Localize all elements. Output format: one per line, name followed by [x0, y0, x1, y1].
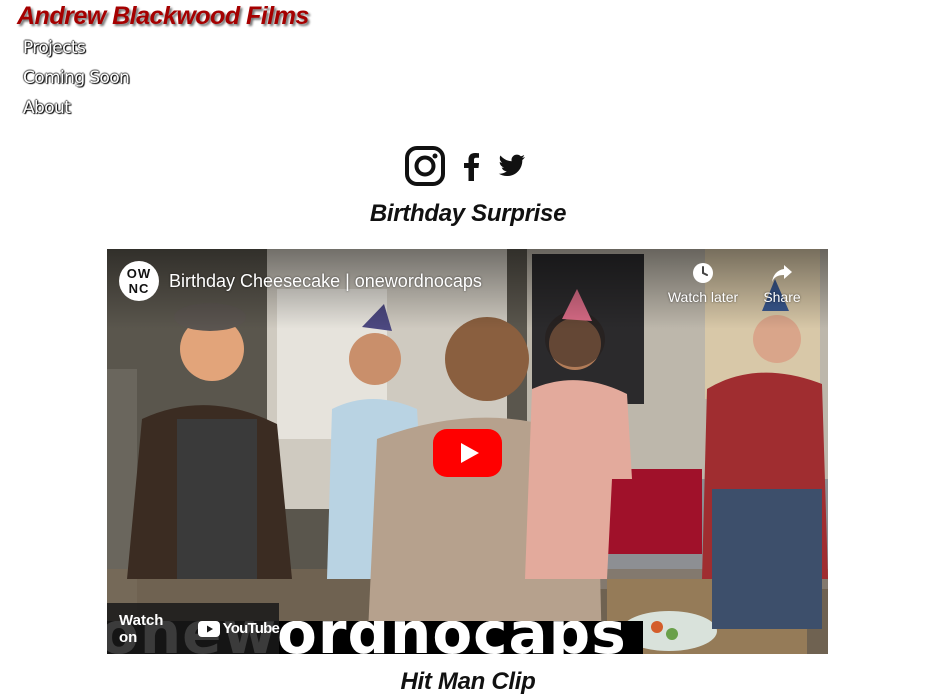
channel-logo[interactable]: OW NC — [119, 261, 159, 301]
site-title[interactable]: Andrew Blackwood Films — [17, 2, 309, 31]
share-button[interactable]: Share — [757, 261, 807, 307]
watch-later-label: Watch later — [667, 289, 739, 305]
video-embed[interactable]: OW NC Birthday Cheesecake | onewordnocap… — [107, 249, 828, 654]
video-title[interactable]: Birthday Cheesecake | onewordnocaps — [169, 271, 482, 292]
instagram-icon[interactable] — [404, 145, 446, 187]
nav-coming-soon[interactable]: Coming Soon — [23, 68, 130, 98]
main-nav: Projects Coming Soon About — [23, 38, 130, 128]
watch-later-button[interactable]: Watch later — [663, 261, 743, 307]
youtube-icon — [197, 620, 220, 637]
youtube-logo: YouTube — [197, 620, 280, 637]
project-title: Hit Man Clip — [400, 668, 536, 695]
nav-projects[interactable]: Projects — [23, 38, 129, 68]
clock-icon — [691, 261, 715, 285]
twitter-icon[interactable] — [498, 154, 526, 178]
facebook-icon[interactable] — [460, 151, 482, 181]
nav-about[interactable]: About — [23, 98, 129, 128]
watch-on-label: Watch on — [119, 611, 164, 646]
project-title: Birthday Surprise — [369, 200, 567, 227]
share-label: Share — [763, 289, 801, 305]
youtube-wordmark: YouTube — [222, 620, 280, 637]
watch-on-youtube-button[interactable]: Watch on YouTube — [107, 603, 280, 654]
social-links — [404, 146, 526, 186]
play-icon[interactable] — [433, 429, 502, 477]
share-arrow-icon — [770, 261, 794, 285]
